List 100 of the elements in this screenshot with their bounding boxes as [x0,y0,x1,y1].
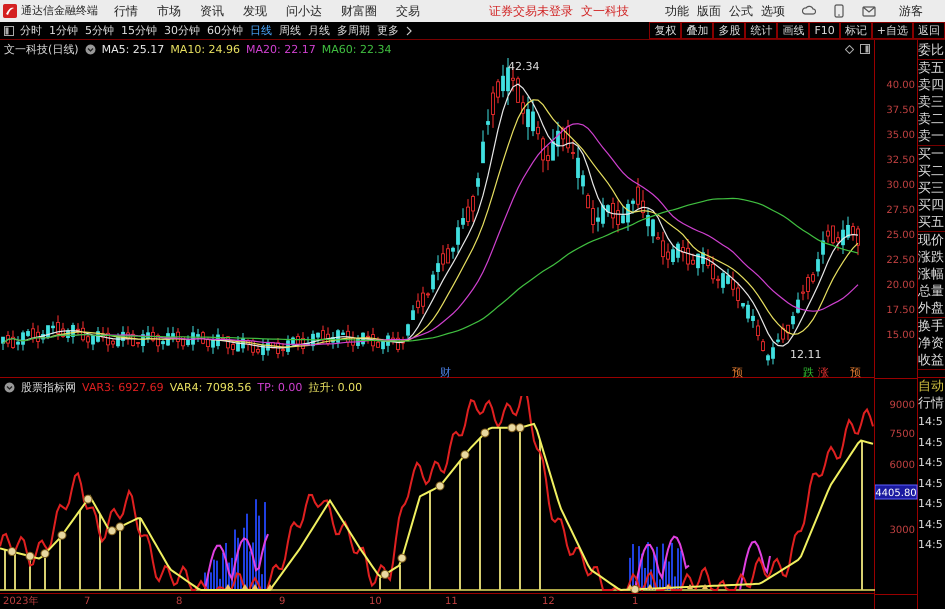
period-tab[interactable]: 多周期 [337,23,370,38]
legend-item: TP: 0.00 [257,380,302,394]
menu-item[interactable]: 选项 [761,4,785,18]
quote-label[interactable]: 行情 [918,395,945,412]
quote-label: 涨跌 [918,249,945,266]
toolbar-button[interactable]: 叠加 [681,22,714,39]
quote-label: 买一 [918,146,945,163]
toolbar-button[interactable]: 返回 [913,22,945,39]
quote-label: 卖二 [918,111,945,128]
menu-item[interactable]: 市场 [157,4,181,18]
cloud-icon[interactable] [802,5,816,17]
date-label: 1 [632,595,638,608]
legend-item: MA20: 22.17 [246,42,316,56]
mail-icon[interactable] [862,6,876,16]
period-tab[interactable]: 60分钟 [207,23,243,38]
event-marker[interactable]: 涨 [818,366,829,378]
period-tab[interactable]: 30分钟 [164,23,200,38]
event-marker[interactable]: 预 [850,366,861,378]
toolbar-button[interactable]: F10 [809,22,840,39]
quote-label: 净资 [918,335,945,352]
triangle-marker-icon [267,584,273,589]
legend-item: VAR3: 6927.69 [82,380,164,394]
period-tab[interactable]: 5分钟 [85,23,114,38]
indicator-title: 股票指标网 [21,380,76,394]
coin-marker-icon [58,530,66,540]
indicator-bar [4,550,6,590]
menu-item[interactable]: 问小达 [286,4,322,18]
low-price-label: 12.11 [790,348,822,361]
phone-icon[interactable] [834,4,844,18]
menu-item[interactable]: 公式 [729,4,753,18]
coin-marker-icon [8,547,16,556]
indicator-bar [14,552,16,590]
menu-item[interactable]: 功能 [665,4,689,18]
menu-item[interactable]: 交易 [396,4,420,18]
high-price-label: 42.34 [508,60,540,73]
coin-marker-icon [508,423,516,432]
more-button[interactable]: 更多 [377,23,399,38]
period-tab[interactable]: 月线 [308,23,330,38]
triangle-marker-icon [627,584,633,589]
trade-time: 14:5 [918,537,944,553]
event-marker[interactable]: 预 [732,366,743,378]
quote-label[interactable]: 自动 [918,378,945,395]
menu-item[interactable]: 资讯 [200,4,224,18]
event-marker[interactable]: 跌 [803,366,814,378]
trade-time: 14:5 [918,516,944,532]
price-axis-label: 32.50 [886,155,915,166]
quote-label: 委比 [918,42,945,59]
price-axis-label: 37.50 [886,105,915,116]
coin-marker-icon [108,526,116,536]
diamond-icon[interactable] [845,44,854,54]
period-tab[interactable]: 1分钟 [49,23,78,38]
stock-name: 文一科技 [581,4,629,18]
coin-marker-icon [380,570,390,579]
quote-label: 卖五 [918,60,945,77]
toolbar-button[interactable]: 多股 [713,22,746,39]
triangle-marker-icon [242,584,248,589]
indicator-axis-label: 3000 [890,525,915,536]
price-axis-label: 27.50 [886,205,915,216]
user-name[interactable]: 游客 [899,4,923,18]
toolbar-button[interactable]: 标记 [840,22,872,39]
toolbar-button[interactable]: 画线 [777,22,810,39]
logo-icon [3,4,17,18]
menu-item[interactable]: 行情 [114,4,138,18]
login-notice[interactable]: 证券交易未登录 [489,4,573,18]
indicator-bar [399,565,401,590]
triangle-marker-icon [702,584,708,589]
quote-label: 卖四 [918,77,945,94]
menu-item[interactable]: 发现 [243,4,267,18]
dropdown-icon[interactable] [4,382,15,392]
event-marker[interactable]: 财 [440,366,451,378]
date-label: 2023年 [3,595,38,608]
price-axis-label: 25.00 [886,230,915,241]
quote-label: 总量 [918,283,945,300]
period-tab[interactable]: 日线 [250,23,272,38]
coin-marker-icon [398,554,406,563]
chevron-right-icon[interactable] [406,26,412,36]
legend-item: 拉升: 0.00 [308,380,362,394]
date-label: 7 [84,595,90,608]
dropdown-icon[interactable] [84,44,96,54]
indicator-axis-label: 6000 [890,460,915,471]
price-axis-label: 30.00 [886,180,915,191]
toolbar-button[interactable]: 复权 [649,22,682,39]
menu-item[interactable]: 财富圈 [341,4,377,18]
indicator-bar [379,578,381,590]
menu-item[interactable]: 版面 [697,4,721,18]
triangle-marker-icon [665,584,671,589]
coin-marker-icon [630,584,640,593]
panel-toggle-icon[interactable] [860,44,870,54]
toolbar-button[interactable]: +自选 [872,22,913,39]
legend-item: VAR4: 7098.56 [170,380,252,394]
toolbar-button[interactable]: 统计 [745,22,778,39]
period-tab[interactable]: 15分钟 [121,23,157,38]
panel-toggle-icon[interactable] [4,26,14,36]
quote-label: 买四 [918,197,945,214]
coin-marker-icon [26,552,34,561]
date-label: 12 [542,595,555,608]
period-tab[interactable]: 分时 [20,23,42,38]
period-tab[interactable]: 周线 [279,23,301,38]
coin-marker-icon [116,522,124,532]
price-axis-label: 17.50 [886,305,915,316]
